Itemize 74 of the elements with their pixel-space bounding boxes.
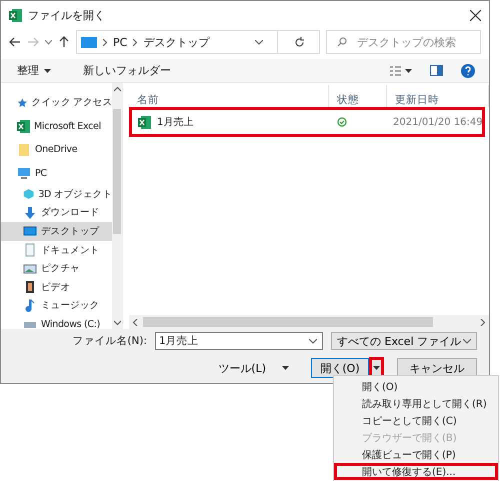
window-title: ファイルを開く: [28, 8, 106, 22]
chevron-down-icon: [463, 338, 471, 344]
breadcrumb[interactable]: PC: [113, 36, 128, 48]
close-icon[interactable]: [470, 10, 481, 20]
picture-icon: [23, 262, 37, 276]
nav-item[interactable]: ピクチャ: [1, 259, 112, 278]
menu-item[interactable]: 開いて修復する(E)...: [334, 463, 498, 480]
chevron-right-icon: [133, 38, 138, 46]
caret-icon: [44, 68, 51, 72]
column-header[interactable]: 名前: [129, 85, 329, 107]
search-icon: [337, 37, 347, 47]
nav-item[interactable]: クイック アクセス: [1, 91, 112, 114]
excel-icon: [17, 120, 30, 133]
menu-item[interactable]: 開く(O): [334, 378, 498, 395]
excel-file-icon: [138, 116, 151, 128]
view-list-icon[interactable]: [390, 66, 412, 76]
up-arrow-icon[interactable]: [58, 36, 70, 48]
nav-item[interactable]: Microsoft Excel: [1, 114, 112, 138]
film-icon: [23, 280, 37, 294]
scroll-down-icon[interactable]: [114, 319, 120, 326]
caret-icon: [282, 366, 289, 370]
search-placeholder: デスクトップの検索: [357, 34, 456, 50]
monitor-icon: [81, 36, 97, 48]
search-field[interactable]: デスクトップの検索: [326, 30, 481, 54]
help-icon[interactable]: [461, 64, 475, 78]
chevron-down-icon: [255, 40, 263, 44]
address-bar[interactable]: PC デスクトップ: [76, 30, 320, 54]
column-header[interactable]: 更新日時: [387, 85, 489, 107]
monitor-icon: [23, 224, 37, 238]
new-folder-button[interactable]: 新しいフォルダー: [81, 61, 173, 80]
breadcrumb[interactable]: デスクトップ: [143, 34, 210, 50]
nav-item[interactable]: OneDrive: [1, 138, 112, 162]
file-name-label: ファイル名(N):: [72, 334, 147, 348]
caret-down-icon: [373, 366, 380, 370]
chevron-down-icon[interactable]: [45, 40, 52, 44]
music-note-icon: [23, 298, 37, 313]
excel-logo-icon: [9, 8, 22, 22]
star-icon: [17, 96, 28, 110]
document-icon: [23, 243, 37, 258]
modified-date-cell-text: 2021/01/20 16:49: [392, 116, 483, 128]
menu-item[interactable]: 読み取り専用として開く(R): [334, 395, 498, 412]
chevron-down-icon: [309, 338, 317, 344]
file-row[interactable]: 1月売上 2021/01/20 16:49: [129, 107, 485, 137]
cube-icon: [23, 187, 34, 202]
chevron-right-icon: [103, 38, 107, 46]
nav-item[interactable]: Windows (C:): [1, 315, 112, 329]
nav-item[interactable]: 3D オブジェクト: [1, 185, 112, 204]
refresh-icon[interactable]: [294, 36, 305, 48]
horizontal-scrollbar[interactable]: [129, 315, 489, 329]
nav-item[interactable]: ミュージック: [1, 296, 112, 316]
nav-item[interactable]: ダウンロード: [1, 204, 112, 222]
download-icon: [23, 206, 37, 220]
file-type-dropdown[interactable]: すべての Excel ファイル: [331, 332, 477, 350]
tools-menu-button[interactable]: ツール(L): [212, 360, 295, 376]
forward-arrow-icon: [27, 36, 39, 48]
nav-item[interactable]: デスクトップ: [1, 222, 112, 241]
scroll-left-icon[interactable]: [132, 318, 139, 326]
menu-item[interactable]: 保護ビューで開く(P): [334, 446, 498, 463]
column-header[interactable]: 状態: [329, 85, 387, 107]
back-arrow-icon[interactable]: [9, 36, 21, 48]
scroll-up-icon[interactable]: [114, 86, 120, 93]
nav-item[interactable]: ドキュメント: [1, 240, 112, 260]
scrollbar[interactable]: [112, 83, 122, 329]
organize-menu-button[interactable]: 整理: [15, 61, 53, 80]
file-name-cell: 1月売上: [132, 115, 329, 129]
file-name-field[interactable]: 1月売上: [155, 332, 323, 350]
nav-item[interactable]: ビデオ: [1, 278, 112, 297]
nav-item[interactable]: PC: [1, 162, 112, 185]
computer-icon: [17, 166, 31, 180]
preview-pane-icon[interactable]: [430, 65, 443, 76]
folder-icon: [17, 142, 31, 157]
scroll-right-icon[interactable]: [479, 318, 486, 326]
open-button[interactable]: 開く(O): [311, 358, 369, 378]
menu-item[interactable]: コピーとして開く(C): [334, 412, 498, 429]
